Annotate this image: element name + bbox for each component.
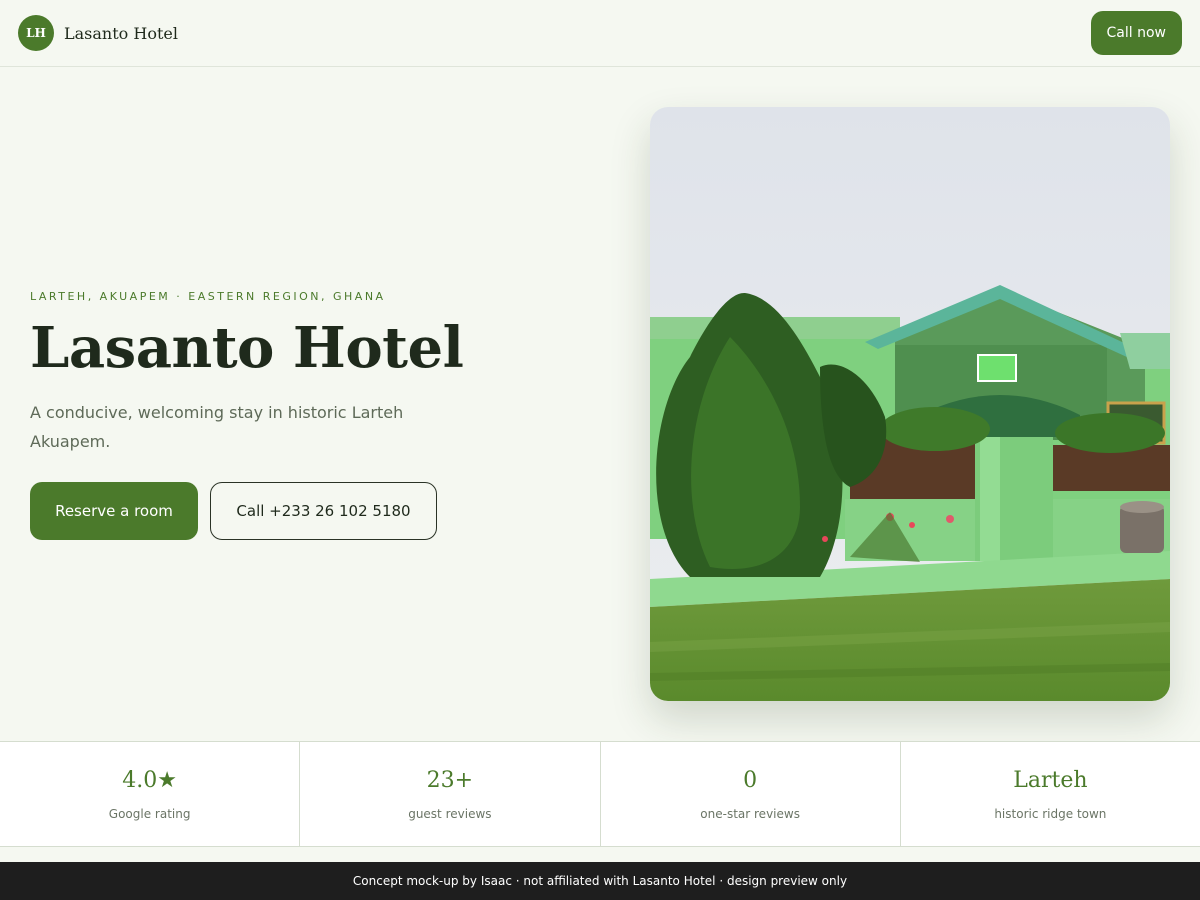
call-phone-button[interactable]: Call +233 26 102 5180	[210, 481, 437, 540]
stat-label: one-star reviews	[700, 806, 800, 821]
reserve-room-button[interactable]: Reserve a room	[30, 481, 198, 540]
hero-subtitle: A conducive, welcoming stay in historic …	[30, 402, 404, 451]
logo-badge: LH	[18, 15, 54, 51]
stat-label: historic ridge town	[994, 806, 1107, 821]
stat-guest-reviews: 23+ guest reviews	[300, 742, 601, 846]
stat-google-rating: 4.0★ Google rating	[0, 742, 301, 846]
stat-town: Larteh historic ridge town	[901, 742, 1200, 846]
hotel-photo	[650, 107, 1170, 701]
footer-disclaimer: Concept mock-up by Isaac · not affiliate…	[352, 874, 848, 888]
stat-value: 0	[743, 767, 758, 793]
stat-label: Google rating	[108, 806, 191, 821]
stat-value: 23+	[426, 767, 474, 793]
stat-value: Larteh	[1013, 767, 1088, 793]
site-header: LH Lasanto Hotel Call now	[0, 0, 1200, 67]
stat-label: guest reviews	[408, 806, 492, 821]
hero-text: LARTEH, AKUAPEM · EASTERN REGION, GHANA …	[30, 290, 590, 540]
brand[interactable]: LH Lasanto Hotel	[18, 15, 178, 51]
stat-one-star-reviews: 0 one-star reviews	[601, 742, 901, 846]
page-title: Lasanto Hotel	[30, 315, 464, 381]
stats-bar: 4.0★ Google rating 23+ guest reviews 0 o…	[0, 741, 1200, 847]
location-eyebrow: LARTEH, AKUAPEM · EASTERN REGION, GHANA	[30, 290, 386, 303]
brand-name: Lasanto Hotel	[64, 23, 178, 43]
call-now-button[interactable]: Call now	[1090, 11, 1182, 55]
stat-value: 4.0★	[122, 767, 177, 793]
hero-actions: Reserve a room Call +233 26 102 5180	[30, 481, 590, 540]
site-footer: Concept mock-up by Isaac · not affiliate…	[0, 862, 1200, 900]
